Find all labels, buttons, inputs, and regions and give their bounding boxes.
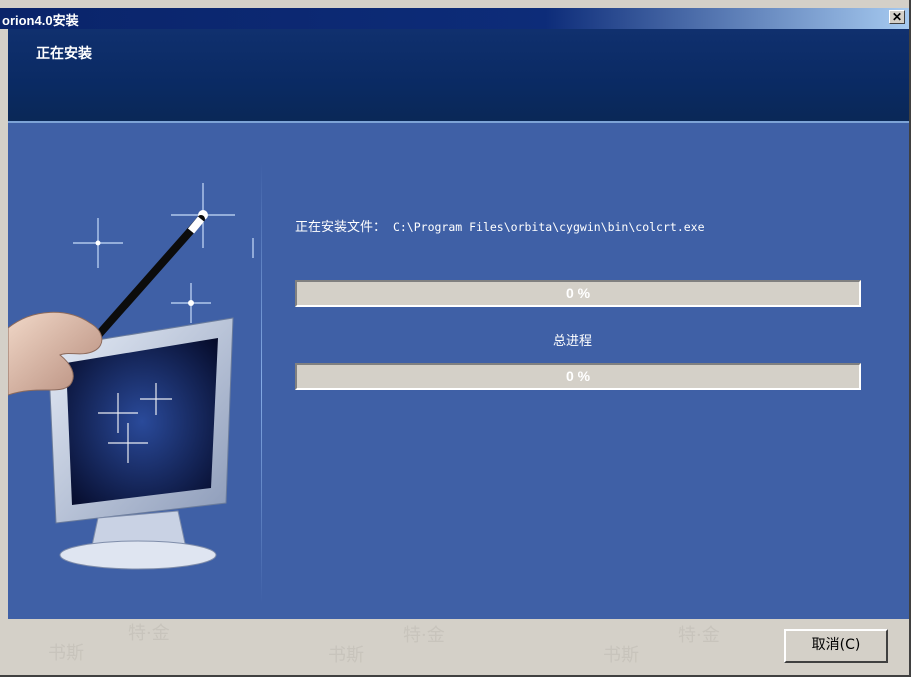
overall-progress-percent: 0 % <box>565 368 591 384</box>
page-heading: 正在安装 <box>36 46 92 62</box>
cancel-button[interactable]: 取消(C) <box>784 629 888 663</box>
title-bar[interactable]: orion4.0安装 ✕ <box>0 8 909 29</box>
magic-wand-monitor-illustration <box>8 183 254 570</box>
current-file-text: 正在安装文件： C:\Program Files\orbita\cygwin\b… <box>295 216 705 235</box>
watermark-text: 特·金 <box>128 623 170 644</box>
close-icon: ✕ <box>891 10 903 24</box>
content-panel: 正在安装文件： C:\Program Files\orbita\cygwin\b… <box>8 123 909 619</box>
watermark-text: 书斯 <box>48 643 84 664</box>
close-button[interactable]: ✕ <box>889 10 905 24</box>
header-banner: 正在安装 <box>8 29 909 123</box>
watermark-text: 特·金 <box>678 625 720 646</box>
file-progress-percent: 0 % <box>565 285 591 301</box>
watermark-text: 特·金 <box>403 625 445 646</box>
watermark-text: 书斯 <box>328 645 364 666</box>
file-progress-bar: 0 % <box>295 280 861 307</box>
watermark-text: 书斯 <box>603 645 639 666</box>
current-file-label: 正在安装文件： <box>295 220 387 235</box>
current-file-path: C:\Program Files\orbita\cygwin\bin\colcr… <box>392 220 705 234</box>
overall-progress-bar: 0 % <box>295 363 861 390</box>
vertical-divider <box>261 163 262 603</box>
footer-bar: 书斯 特·金 书斯 特·金 书斯 特·金 取消(C) <box>8 619 909 675</box>
window-title: orion4.0安装 <box>2 13 79 28</box>
overall-progress-label: 总进程 <box>553 334 593 349</box>
installer-window: orion4.0安装 ✕ 正在安装 正在安装文件： C:\Program Fil… <box>0 0 911 677</box>
